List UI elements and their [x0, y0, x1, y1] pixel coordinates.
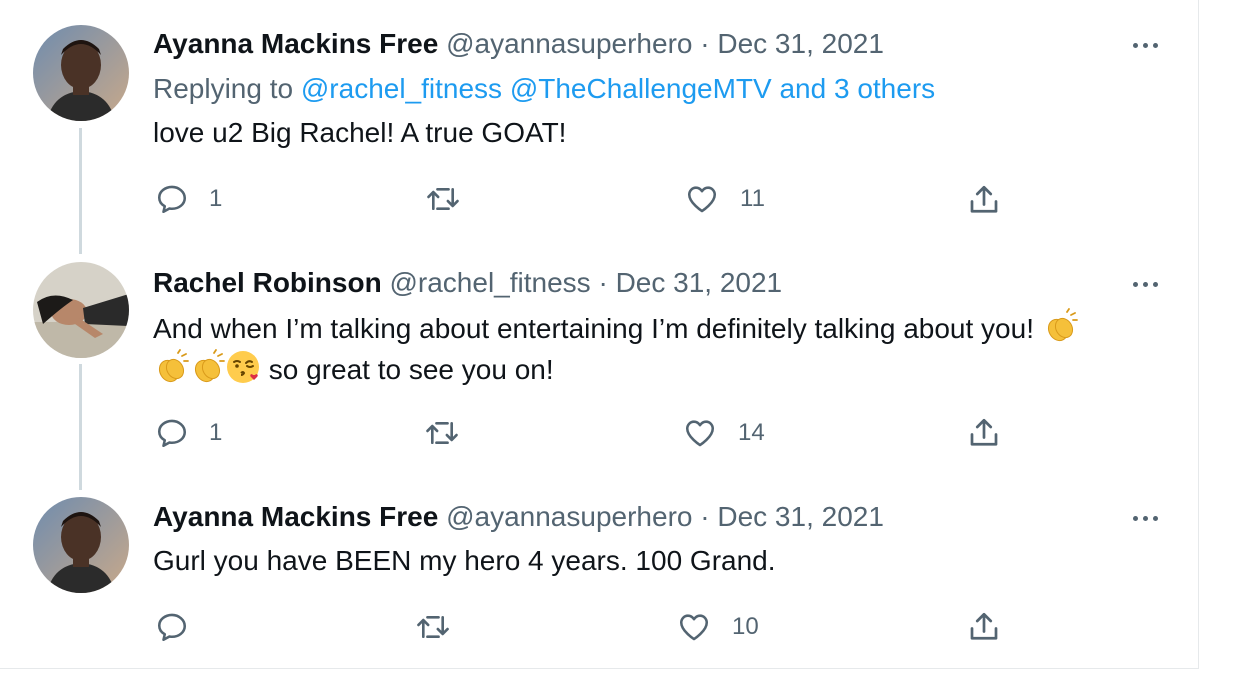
reply-icon — [157, 185, 187, 214]
replying-to-links[interactable]: @rachel_fitness @TheChallengeMTV and 3 o… — [301, 73, 935, 104]
separator-dot: · — [598, 267, 608, 298]
reply-button[interactable]: 1 — [155, 416, 222, 450]
retweet-icon — [426, 421, 458, 445]
like-count: 14 — [738, 419, 765, 446]
more-options-button[interactable] — [1128, 508, 1162, 528]
share-icon — [970, 185, 998, 213]
tweet-text-part1: And when I’m talking about entertaining … — [153, 313, 1034, 344]
separator-dot: · — [700, 28, 710, 59]
share-icon — [970, 418, 998, 446]
heart-icon — [687, 186, 717, 213]
more-icon — [1132, 42, 1138, 48]
tweet-date[interactable]: Dec 31, 2021 — [616, 267, 783, 298]
more-icon-dot — [1142, 515, 1148, 521]
replying-to-label: Replying to — [153, 73, 301, 104]
more-icon-dot — [1152, 281, 1158, 287]
face-blowing-kiss-icon — [227, 351, 259, 383]
more-icon-dot — [1152, 42, 1158, 48]
conversation-panel: Ayanna Mackins Free @ayannasuperhero · D… — [0, 0, 1199, 669]
retweet-icon — [417, 615, 449, 639]
display-name[interactable]: Ayanna Mackins Free — [153, 501, 438, 532]
tweet-date[interactable]: Dec 31, 2021 — [717, 501, 884, 532]
clapping-hands-icon — [194, 349, 225, 383]
retweet-button[interactable] — [424, 416, 460, 450]
tweet-text: And when I’m talking about entertaining … — [153, 308, 1173, 390]
more-icon-dot — [1152, 515, 1158, 521]
replying-to: Replying to @rachel_fitness @TheChalleng… — [153, 71, 935, 107]
avatar[interactable] — [33, 25, 129, 121]
share-button[interactable] — [966, 182, 1002, 218]
display-name[interactable]: Rachel Robinson — [153, 267, 382, 298]
heart-icon — [685, 420, 715, 447]
reply-button[interactable] — [155, 610, 189, 644]
avatar[interactable] — [33, 497, 129, 593]
user-handle[interactable]: @ayannasuperhero — [446, 28, 692, 59]
clapping-hands-icon — [158, 349, 189, 383]
thread-connector — [79, 128, 82, 254]
user-handle[interactable]: @rachel_fitness — [389, 267, 590, 298]
more-icon-dot — [1142, 42, 1148, 48]
tweet-text-part2: so great to see you on! — [268, 354, 554, 385]
thread-connector — [79, 364, 82, 490]
tweet-text: Gurl you have BEEN my hero 4 years. 100 … — [153, 545, 776, 576]
tweet-header: Rachel Robinson @rachel_fitness · Dec 31… — [153, 265, 782, 301]
more-icon — [1132, 281, 1138, 287]
more-options-button[interactable] — [1128, 274, 1162, 294]
reply-count: 1 — [209, 185, 223, 212]
heart-icon — [679, 614, 709, 641]
like-button[interactable]: 11 — [684, 182, 765, 216]
like-button[interactable]: 10 — [676, 610, 759, 644]
more-options-button[interactable] — [1128, 35, 1162, 55]
tweet-header: Ayanna Mackins Free @ayannasuperhero · D… — [153, 26, 884, 62]
more-icon-dot — [1142, 281, 1148, 287]
like-button[interactable]: 14 — [682, 416, 765, 450]
reply-count: 1 — [209, 419, 223, 446]
share-button[interactable] — [966, 415, 1002, 451]
share-button[interactable] — [966, 609, 1002, 645]
more-icon — [1132, 515, 1138, 521]
tweet-header: Ayanna Mackins Free @ayannasuperhero · D… — [153, 499, 884, 535]
reply-button[interactable]: 1 — [155, 182, 222, 216]
user-handle[interactable]: @ayannasuperhero — [446, 501, 692, 532]
reply-icon — [157, 419, 187, 448]
share-icon — [970, 612, 998, 640]
retweet-button[interactable] — [425, 182, 461, 216]
retweet-button[interactable] — [415, 610, 451, 644]
like-count: 10 — [732, 613, 759, 640]
avatar[interactable] — [33, 262, 129, 358]
tweet-date[interactable]: Dec 31, 2021 — [717, 28, 884, 59]
reply-icon — [157, 613, 187, 642]
clapping-hands-icon — [1047, 308, 1078, 342]
tweet-text: love u2 Big Rachel! A true GOAT! — [153, 117, 567, 148]
like-count: 11 — [740, 185, 765, 212]
display-name[interactable]: Ayanna Mackins Free — [153, 28, 438, 59]
separator-dot: · — [700, 501, 710, 532]
retweet-icon — [427, 187, 459, 211]
